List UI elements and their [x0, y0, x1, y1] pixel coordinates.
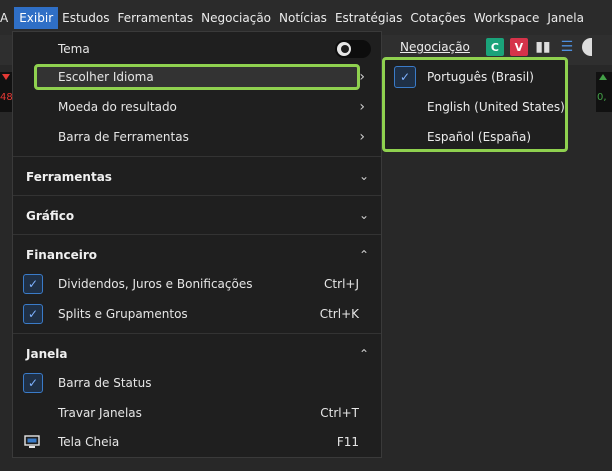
menu-row-tela-cheia[interactable]: Tela Cheia F11	[13, 429, 381, 455]
right-ticker: 0,	[596, 72, 612, 112]
menu-row-splits[interactable]: ✓ Splits e Grupamentos Ctrl+K	[13, 301, 381, 327]
language-label: Português (Brasil)	[427, 70, 534, 84]
menu-item-janela[interactable]: Janela	[543, 7, 588, 29]
language-label: English (United States)	[427, 100, 565, 114]
checkbox-checked-icon[interactable]: ✓	[23, 274, 43, 294]
menu-item-exibir[interactable]: Exibir	[14, 6, 59, 29]
checkbox-checked-icon[interactable]: ✓	[23, 373, 43, 393]
language-option-en-us[interactable]: English (United States)	[385, 94, 565, 120]
menu-row-moeda[interactable]: Moeda do resultado ›	[13, 94, 381, 120]
menu-item-estudos[interactable]: Estudos	[58, 7, 113, 29]
tela-cheia-label: Tela Cheia	[58, 435, 120, 449]
section-title-grafico: Gráfico	[26, 209, 75, 223]
menu-item-negociacao[interactable]: Negociação	[197, 7, 275, 29]
chevron-down-icon: ⌄	[358, 208, 369, 222]
fullscreen-icon	[24, 435, 40, 448]
menu-row-barra-ferramentas[interactable]: Barra de Ferramentas ›	[13, 124, 381, 150]
menu-item-estrategias[interactable]: Estratégias	[331, 7, 406, 29]
section-janela[interactable]: Janela ⌃	[13, 338, 381, 368]
down-arrow-icon	[2, 74, 10, 80]
menu-row-travar-janelas[interactable]: Travar Janelas Ctrl+T	[13, 400, 381, 426]
moeda-label: Moeda do resultado	[58, 100, 177, 114]
language-label: Español (España)	[427, 130, 532, 144]
menu-bar: A Exibir Estudos Ferramentas Negociação …	[0, 0, 612, 35]
section-title-ferramentas: Ferramentas	[26, 170, 112, 184]
moon-icon	[337, 42, 351, 56]
left-ticker: 48	[0, 72, 13, 112]
splits-label: Splits e Grupamentos	[58, 307, 188, 321]
shortcut-f11: F11	[336, 435, 359, 449]
menu-row-barra-status[interactable]: ✓ Barra de Status	[13, 370, 381, 396]
menu-item-ferramentas[interactable]: Ferramentas	[113, 7, 197, 29]
buy-button[interactable]: C	[485, 38, 504, 56]
sell-button[interactable]: V	[509, 38, 528, 56]
negociacao-link[interactable]: Negociação	[400, 40, 470, 54]
section-title-financeiro: Financeiro	[26, 248, 98, 262]
escolher-idioma-label: Escolher Idioma	[58, 70, 154, 84]
checkbox-checked-icon[interactable]: ✓	[23, 304, 43, 324]
chevron-down-icon: ⌄	[358, 169, 369, 183]
checkbox-checked-icon: ✓	[394, 66, 416, 88]
chevron-up-icon: ⌃	[358, 347, 369, 361]
divider	[13, 156, 381, 157]
barra-status-label: Barra de Status	[58, 376, 152, 390]
book-icon[interactable]: ▮▮	[534, 38, 552, 56]
chevron-right-icon: ›	[359, 69, 365, 85]
right-ticker-value: 0,	[597, 92, 607, 103]
shortcut-ctrl-k: Ctrl+K	[319, 307, 359, 321]
section-grafico[interactable]: Gráfico ⌄	[13, 200, 381, 230]
menu-row-escolher-idioma[interactable]: Escolher Idioma ›	[13, 64, 381, 90]
tema-label: Tema	[58, 42, 90, 56]
menu-item-workspace[interactable]: Workspace	[470, 7, 544, 29]
language-option-pt-br[interactable]: ✓ Português (Brasil)	[385, 64, 565, 90]
menu-item-noticias[interactable]: Notícias	[275, 7, 331, 29]
list-icon[interactable]: ☰	[558, 38, 576, 56]
section-title-janela: Janela	[26, 347, 68, 361]
language-submenu: ✓ Português (Brasil) English (United Sta…	[382, 57, 568, 152]
trading-toolbar: Negociação C V ▮▮ ☰	[400, 38, 592, 56]
dividendos-label: Dividendos, Juros e Bonificações	[58, 277, 253, 291]
up-arrow-icon	[599, 74, 607, 80]
exibir-dropdown-menu: Tema Escolher Idioma › Moeda do resultad…	[12, 31, 382, 458]
travar-janelas-label: Travar Janelas	[58, 406, 142, 420]
shortcut-ctrl-t: Ctrl+T	[320, 406, 359, 420]
theme-toggle[interactable]	[335, 40, 371, 58]
menu-item-a[interactable]: A	[0, 7, 14, 29]
shortcut-ctrl-j: Ctrl+J	[324, 277, 359, 291]
divider	[13, 195, 381, 196]
menu-item-cotacoes[interactable]: Cotações	[406, 7, 469, 29]
chevron-right-icon: ›	[359, 129, 365, 145]
divider	[13, 234, 381, 235]
menu-row-tema[interactable]: Tema	[13, 36, 381, 62]
section-ferramentas[interactable]: Ferramentas ⌄	[13, 161, 381, 191]
language-option-es-es[interactable]: Español (España)	[385, 124, 565, 150]
chevron-up-icon: ⌃	[358, 248, 369, 262]
menu-row-dividendos[interactable]: ✓ Dividendos, Juros e Bonificações Ctrl+…	[13, 271, 381, 297]
circle-icon[interactable]	[581, 38, 592, 56]
chevron-right-icon: ›	[359, 99, 365, 115]
left-ticker-value: 48	[0, 92, 13, 103]
section-financeiro[interactable]: Financeiro ⌃	[13, 239, 381, 269]
barra-ferramentas-label: Barra de Ferramentas	[58, 130, 189, 144]
divider	[13, 333, 381, 334]
